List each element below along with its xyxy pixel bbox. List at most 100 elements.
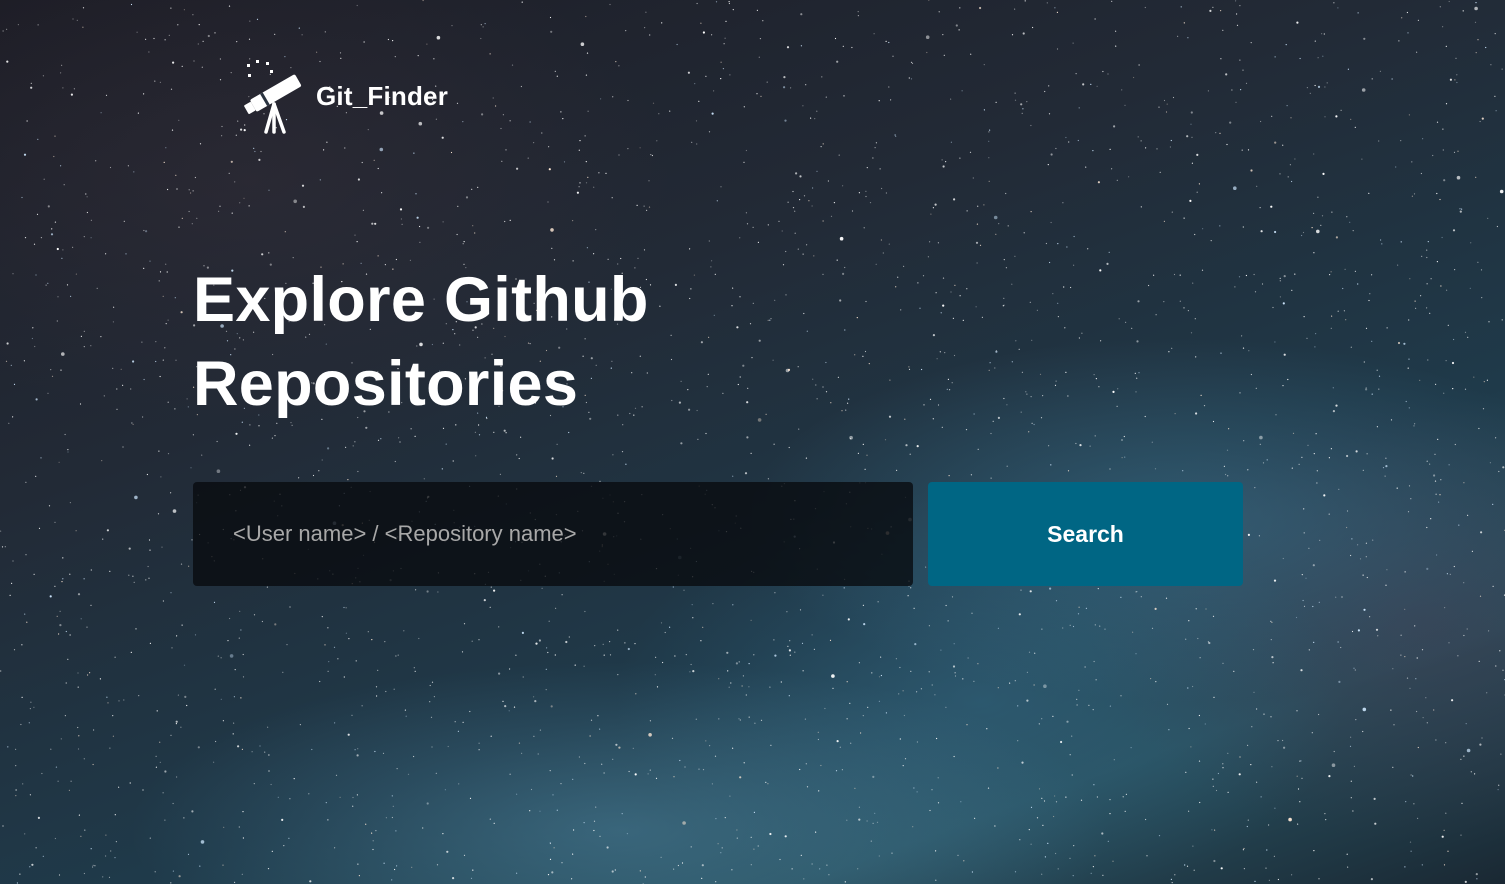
star [93, 729, 95, 731]
star [54, 585, 56, 587]
star [356, 4, 358, 7]
star [584, 762, 586, 765]
star [1123, 435, 1125, 438]
star [705, 432, 707, 435]
star [1156, 148, 1158, 150]
star [375, 686, 378, 688]
star [1324, 116, 1326, 118]
star [583, 822, 585, 824]
star [324, 644, 326, 646]
star [452, 460, 454, 462]
star [677, 864, 680, 867]
star [1014, 680, 1016, 682]
star [1332, 410, 1335, 413]
star [345, 446, 347, 448]
star [584, 610, 586, 613]
star [1448, 642, 1450, 644]
star [856, 317, 858, 319]
star [1180, 6, 1182, 8]
star [1492, 585, 1494, 588]
star [997, 627, 1000, 629]
star [214, 32, 216, 34]
star [1025, 391, 1027, 393]
star [680, 380, 682, 382]
star [122, 384, 124, 386]
star [1227, 475, 1229, 477]
star [484, 23, 486, 25]
star [977, 205, 979, 207]
star [385, 690, 387, 693]
star [599, 728, 601, 730]
star [1136, 591, 1138, 593]
star [1048, 445, 1050, 447]
search-button[interactable]: Search [928, 482, 1243, 586]
star [181, 624, 183, 626]
star [913, 607, 915, 609]
star [767, 478, 770, 480]
star [1188, 727, 1190, 730]
star [482, 26, 484, 28]
star [644, 27, 646, 29]
star [1065, 796, 1067, 798]
star [698, 100, 700, 102]
star [960, 801, 962, 803]
star [1322, 55, 1324, 57]
star [116, 408, 118, 410]
star [1075, 442, 1077, 445]
star [1467, 336, 1469, 338]
star [1187, 37, 1189, 39]
star [1398, 40, 1400, 42]
star [1369, 616, 1371, 618]
star [520, 85, 523, 88]
star [1447, 324, 1449, 326]
star [711, 112, 714, 115]
star [241, 748, 243, 751]
star [26, 120, 28, 122]
star [1115, 45, 1117, 47]
brand-logo[interactable]: Git_Finder [242, 60, 448, 134]
star [327, 670, 329, 672]
star [1324, 86, 1326, 88]
star [601, 763, 603, 765]
star [579, 140, 581, 142]
star [1362, 574, 1364, 576]
star [1303, 532, 1305, 534]
star [442, 221, 444, 223]
star [1331, 315, 1333, 317]
star [229, 617, 231, 620]
star [1047, 164, 1049, 166]
star [1190, 746, 1192, 748]
star [50, 748, 52, 750]
star [998, 223, 1000, 225]
star [595, 229, 597, 231]
star [926, 51, 928, 54]
star [925, 566, 927, 568]
star [1250, 42, 1252, 44]
star [240, 697, 242, 699]
star [1020, 103, 1023, 106]
star [711, 34, 713, 36]
star [941, 159, 943, 161]
star [562, 118, 564, 120]
star [1271, 766, 1273, 768]
star [1362, 707, 1367, 712]
star [1189, 199, 1192, 202]
star [1063, 286, 1065, 288]
star [308, 793, 310, 795]
star [975, 306, 977, 308]
repository-search-input[interactable] [193, 482, 913, 586]
star [693, 274, 696, 276]
star [1329, 274, 1331, 276]
star [267, 726, 269, 728]
star [115, 841, 117, 843]
star [539, 729, 542, 731]
star [784, 119, 787, 122]
star [1174, 413, 1176, 415]
star [576, 191, 580, 194]
star [1261, 283, 1264, 285]
star [335, 774, 338, 776]
star [817, 738, 820, 741]
star [1474, 773, 1476, 775]
star [857, 11, 859, 13]
star [327, 819, 329, 821]
